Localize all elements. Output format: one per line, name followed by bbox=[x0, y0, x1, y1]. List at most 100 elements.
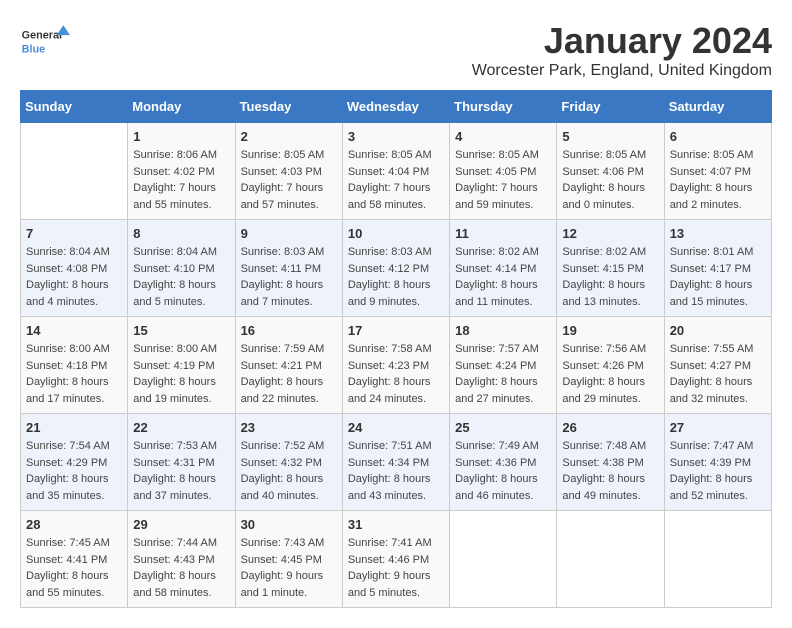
logo: General Blue bbox=[20, 20, 70, 62]
day-number: 26 bbox=[562, 420, 658, 435]
day-number: 13 bbox=[670, 226, 766, 241]
header-sunday: Sunday bbox=[21, 91, 128, 123]
cell-4-2: 30 Sunrise: 7:43 AMSunset: 4:45 PMDayligh… bbox=[235, 511, 342, 608]
day-info: Sunrise: 7:53 AMSunset: 4:31 PMDaylight:… bbox=[133, 440, 217, 502]
day-info: Sunrise: 8:04 AMSunset: 4:08 PMDaylight:… bbox=[26, 246, 110, 308]
day-number: 15 bbox=[133, 323, 229, 338]
calendar-table: Sunday Monday Tuesday Wednesday Thursday… bbox=[20, 90, 772, 608]
cell-0-2: 2Sunrise: 8:05 AMSunset: 4:03 PMDaylight… bbox=[235, 123, 342, 220]
day-info: Sunrise: 8:05 AMSunset: 4:07 PMDaylight:… bbox=[670, 149, 754, 211]
day-info: Sunrise: 7:43 AMSunset: 4:45 PMDaylight:… bbox=[241, 537, 325, 599]
day-number: 11 bbox=[455, 226, 551, 241]
header-wednesday: Wednesday bbox=[342, 91, 449, 123]
day-info: Sunrise: 7:59 AMSunset: 4:21 PMDaylight:… bbox=[241, 343, 325, 405]
cell-3-6: 27 Sunrise: 7:47 AMSunset: 4:39 PMDayligh… bbox=[664, 414, 771, 511]
cell-0-5: 5 Sunrise: 8:05 AMSunset: 4:06 PMDaylight… bbox=[557, 123, 664, 220]
day-number: 24 bbox=[348, 420, 444, 435]
header-row: Sunday Monday Tuesday Wednesday Thursday… bbox=[21, 91, 772, 123]
cell-4-3: 31 Sunrise: 7:41 AMSunset: 4:46 PMDayligh… bbox=[342, 511, 449, 608]
cell-1-1: 8Sunrise: 8:04 AMSunset: 4:10 PMDaylight… bbox=[128, 220, 235, 317]
day-number: 5 bbox=[562, 129, 658, 144]
cell-0-4: 4Sunrise: 8:05 AMSunset: 4:05 PMDaylight… bbox=[450, 123, 557, 220]
day-info: Sunrise: 7:41 AMSunset: 4:46 PMDaylight:… bbox=[348, 537, 432, 599]
day-number: 12 bbox=[562, 226, 658, 241]
day-info: Sunrise: 8:00 AMSunset: 4:18 PMDaylight:… bbox=[26, 343, 110, 405]
day-number: 19 bbox=[562, 323, 658, 338]
cell-1-0: 7 Sunrise: 8:04 AMSunset: 4:08 PMDaylight… bbox=[21, 220, 128, 317]
day-info: Sunrise: 7:57 AMSunset: 4:24 PMDaylight:… bbox=[455, 343, 539, 405]
header-monday: Monday bbox=[128, 91, 235, 123]
day-info: Sunrise: 8:05 AMSunset: 4:06 PMDaylight:… bbox=[562, 149, 646, 211]
cell-0-6: 6 Sunrise: 8:05 AMSunset: 4:07 PMDaylight… bbox=[664, 123, 771, 220]
header-tuesday: Tuesday bbox=[235, 91, 342, 123]
day-number: 8 bbox=[133, 226, 229, 241]
day-info: Sunrise: 8:02 AMSunset: 4:15 PMDaylight:… bbox=[562, 246, 646, 308]
day-info: Sunrise: 8:05 AMSunset: 4:03 PMDaylight:… bbox=[241, 149, 325, 211]
cell-4-6 bbox=[664, 511, 771, 608]
cell-0-0 bbox=[21, 123, 128, 220]
day-number: 10 bbox=[348, 226, 444, 241]
day-number: 16 bbox=[241, 323, 337, 338]
day-info: Sunrise: 8:00 AMSunset: 4:19 PMDaylight:… bbox=[133, 343, 217, 405]
cell-3-4: 25 Sunrise: 7:49 AMSunset: 4:36 PMDayligh… bbox=[450, 414, 557, 511]
cell-2-6: 20 Sunrise: 7:55 AMSunset: 4:27 PMDayligh… bbox=[664, 317, 771, 414]
day-info: Sunrise: 7:54 AMSunset: 4:29 PMDaylight:… bbox=[26, 440, 110, 502]
day-number: 3 bbox=[348, 129, 444, 144]
day-info: Sunrise: 7:47 AMSunset: 4:39 PMDaylight:… bbox=[670, 440, 754, 502]
day-info: Sunrise: 7:55 AMSunset: 4:27 PMDaylight:… bbox=[670, 343, 754, 405]
cell-1-5: 12 Sunrise: 8:02 AMSunset: 4:15 PMDayligh… bbox=[557, 220, 664, 317]
calendar-subtitle: Worcester Park, England, United Kingdom bbox=[472, 62, 772, 80]
calendar-title: January 2024 bbox=[472, 20, 772, 62]
day-info: Sunrise: 7:58 AMSunset: 4:23 PMDaylight:… bbox=[348, 343, 432, 405]
svg-text:General: General bbox=[22, 30, 62, 42]
day-number: 25 bbox=[455, 420, 551, 435]
header-friday: Friday bbox=[557, 91, 664, 123]
cell-1-4: 11 Sunrise: 8:02 AMSunset: 4:14 PMDayligh… bbox=[450, 220, 557, 317]
day-info: Sunrise: 7:49 AMSunset: 4:36 PMDaylight:… bbox=[455, 440, 539, 502]
day-info: Sunrise: 8:05 AMSunset: 4:04 PMDaylight:… bbox=[348, 149, 432, 211]
day-number: 7 bbox=[26, 226, 122, 241]
day-number: 22 bbox=[133, 420, 229, 435]
cell-2-4: 18 Sunrise: 7:57 AMSunset: 4:24 PMDayligh… bbox=[450, 317, 557, 414]
day-number: 21 bbox=[26, 420, 122, 435]
day-info: Sunrise: 7:51 AMSunset: 4:34 PMDaylight:… bbox=[348, 440, 432, 502]
day-number: 20 bbox=[670, 323, 766, 338]
week-row-3: 14 Sunrise: 8:00 AMSunset: 4:18 PMDayligh… bbox=[21, 317, 772, 414]
day-info: Sunrise: 7:56 AMSunset: 4:26 PMDaylight:… bbox=[562, 343, 646, 405]
svg-text:Blue: Blue bbox=[22, 44, 45, 56]
cell-2-3: 17 Sunrise: 7:58 AMSunset: 4:23 PMDayligh… bbox=[342, 317, 449, 414]
day-info: Sunrise: 8:03 AMSunset: 4:12 PMDaylight:… bbox=[348, 246, 432, 308]
cell-3-5: 26Sunrise: 7:48 AMSunset: 4:38 PMDayligh… bbox=[557, 414, 664, 511]
day-number: 23 bbox=[241, 420, 337, 435]
cell-1-6: 13 Sunrise: 8:01 AMSunset: 4:17 PMDayligh… bbox=[664, 220, 771, 317]
day-number: 31 bbox=[348, 517, 444, 532]
day-number: 14 bbox=[26, 323, 122, 338]
day-info: Sunrise: 8:02 AMSunset: 4:14 PMDaylight:… bbox=[455, 246, 539, 308]
cell-0-3: 3 Sunrise: 8:05 AMSunset: 4:04 PMDaylight… bbox=[342, 123, 449, 220]
day-number: 18 bbox=[455, 323, 551, 338]
day-info: Sunrise: 7:45 AMSunset: 4:41 PMDaylight:… bbox=[26, 537, 110, 599]
week-row-5: 28 Sunrise: 7:45 AMSunset: 4:41 PMDayligh… bbox=[21, 511, 772, 608]
day-info: Sunrise: 8:01 AMSunset: 4:17 PMDaylight:… bbox=[670, 246, 754, 308]
day-number: 17 bbox=[348, 323, 444, 338]
cell-0-1: 1Sunrise: 8:06 AMSunset: 4:02 PMDaylight… bbox=[128, 123, 235, 220]
cell-1-3: 10 Sunrise: 8:03 AMSunset: 4:12 PMDayligh… bbox=[342, 220, 449, 317]
day-number: 6 bbox=[670, 129, 766, 144]
cell-4-1: 29Sunrise: 7:44 AMSunset: 4:43 PMDayligh… bbox=[128, 511, 235, 608]
week-row-2: 7 Sunrise: 8:04 AMSunset: 4:08 PMDaylight… bbox=[21, 220, 772, 317]
day-number: 28 bbox=[26, 517, 122, 532]
day-number: 30 bbox=[241, 517, 337, 532]
header-thursday: Thursday bbox=[450, 91, 557, 123]
cell-2-1: 15 Sunrise: 8:00 AMSunset: 4:19 PMDayligh… bbox=[128, 317, 235, 414]
week-row-4: 21 Sunrise: 7:54 AMSunset: 4:29 PMDayligh… bbox=[21, 414, 772, 511]
logo-svg: General Blue bbox=[20, 20, 70, 62]
day-number: 27 bbox=[670, 420, 766, 435]
cell-3-1: 22 Sunrise: 7:53 AMSunset: 4:31 PMDayligh… bbox=[128, 414, 235, 511]
cell-3-0: 21 Sunrise: 7:54 AMSunset: 4:29 PMDayligh… bbox=[21, 414, 128, 511]
day-number: 4 bbox=[455, 129, 551, 144]
cell-1-2: 9Sunrise: 8:03 AMSunset: 4:11 PMDaylight… bbox=[235, 220, 342, 317]
cell-2-5: 19 Sunrise: 7:56 AMSunset: 4:26 PMDayligh… bbox=[557, 317, 664, 414]
page-header: General Blue January 2024 Worcester Park… bbox=[20, 20, 772, 80]
day-info: Sunrise: 7:44 AMSunset: 4:43 PMDaylight:… bbox=[133, 537, 217, 599]
week-row-1: 1Sunrise: 8:06 AMSunset: 4:02 PMDaylight… bbox=[21, 123, 772, 220]
